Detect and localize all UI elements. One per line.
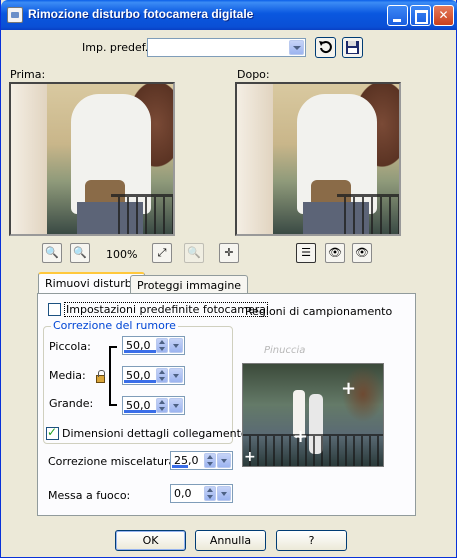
spinner-arrows-icon[interactable] xyxy=(204,486,216,501)
watermark-text: Pinuccia xyxy=(264,345,306,356)
spinner-arrows-icon[interactable] xyxy=(156,338,168,353)
spinner-arrows-icon[interactable] xyxy=(156,368,168,383)
zoom-in-icon: 🔍 xyxy=(73,246,87,259)
dialog-window: Rimozione disturbo fotocamera digitale ✕… xyxy=(0,0,457,558)
camera-defaults-label: Impostazioni predefinite fotocamera xyxy=(64,302,269,317)
zoom-out-button[interactable]: 🔍 xyxy=(42,243,62,263)
preset-dropdown[interactable] xyxy=(147,38,306,57)
chevron-down-icon[interactable] xyxy=(169,368,183,383)
zoom-fit-icon: ⤢ xyxy=(157,246,167,259)
lock-preview-button[interactable]: 👁 xyxy=(325,243,345,263)
sample-crosshair-icon[interactable]: + xyxy=(293,428,308,446)
small-label: Piccola: xyxy=(49,340,91,353)
before-preview[interactable] xyxy=(9,82,175,236)
zoom-out-icon: 🔍 xyxy=(45,246,59,259)
blend-slider-bar[interactable] xyxy=(172,465,188,468)
sample-crosshair-icon[interactable]: + xyxy=(341,380,356,398)
link-details-label: Dimensioni dettagli collegamento xyxy=(62,427,248,440)
preview-railing xyxy=(337,194,399,234)
chevron-down-icon[interactable] xyxy=(169,398,183,413)
list-icon: ☰ xyxy=(301,246,311,259)
eye-lock-icon: 👁 xyxy=(328,246,342,259)
after-preview[interactable] xyxy=(235,82,401,236)
link-details-checkbox[interactable] xyxy=(46,425,59,440)
sampling-regions-label: Regioni di campionamento xyxy=(245,305,393,318)
zoom-level: 100% xyxy=(106,248,138,261)
chevron-down-icon[interactable] xyxy=(169,338,183,353)
large-label: Grande: xyxy=(49,397,94,410)
sample-crosshair-icon[interactable]: + xyxy=(244,448,256,466)
ok-button[interactable]: OK xyxy=(115,530,186,551)
small-spinbox[interactable]: 50,0 xyxy=(122,336,185,355)
medium-label: Media: xyxy=(49,369,86,382)
minimize-button[interactable] xyxy=(387,5,408,26)
zoom-actual-button[interactable]: 🔍 xyxy=(184,243,204,263)
noise-group-title: Correzione del rumore xyxy=(51,319,178,332)
medium-spinbox[interactable]: 50,0 xyxy=(122,366,185,385)
large-slider-bar[interactable] xyxy=(124,410,156,413)
close-button[interactable]: ✕ xyxy=(433,5,454,26)
link-bracket xyxy=(109,346,117,406)
toggle-preview-button[interactable]: 👁 xyxy=(352,243,372,263)
save-preset-button[interactable] xyxy=(342,37,363,58)
reset-icon xyxy=(319,41,332,54)
window-title: Rimozione disturbo fotocamera digitale xyxy=(28,7,254,21)
chevron-down-icon[interactable] xyxy=(217,486,231,501)
medium-slider-bar[interactable] xyxy=(124,380,156,383)
cancel-button[interactable]: Annulla xyxy=(195,530,266,551)
preview-railing xyxy=(111,194,173,234)
preview-figure-dress xyxy=(11,84,47,234)
preset-label: Imp. predef.: xyxy=(82,41,152,54)
sampling-regions-image[interactable]: + + + xyxy=(242,363,384,467)
zoom-in-button[interactable]: 🔍 xyxy=(70,243,90,263)
before-label: Prima: xyxy=(10,68,46,81)
help-button[interactable]: ? xyxy=(276,530,347,551)
large-spinbox[interactable]: 50,0 xyxy=(122,396,185,415)
preview-figure-dress xyxy=(237,84,273,234)
chevron-down-icon xyxy=(289,40,304,55)
reset-preset-button[interactable] xyxy=(315,37,336,58)
chevron-down-icon[interactable] xyxy=(217,453,231,468)
lock-icon[interactable] xyxy=(96,370,105,383)
blend-correction-label: Correzione miscelatura: xyxy=(48,455,179,468)
pan-button[interactable]: ✛ xyxy=(219,243,239,263)
sharpen-label: Messa a fuoco: xyxy=(48,489,131,502)
show-properties-button[interactable]: ☰ xyxy=(296,243,316,263)
maximize-button[interactable] xyxy=(410,5,431,26)
move-icon: ✛ xyxy=(224,246,234,259)
camera-defaults-checkbox[interactable] xyxy=(48,303,61,316)
tab-protect-image[interactable]: Proteggi immagine xyxy=(130,275,249,295)
sample-railing xyxy=(243,434,383,466)
zoom-fit-button[interactable]: ⤢ xyxy=(152,243,172,263)
sharpen-spinbox[interactable]: 0,0 xyxy=(170,484,233,503)
after-label: Dopo: xyxy=(237,68,270,81)
zoom-actual-icon: 🔍 xyxy=(187,246,201,259)
sharpen-value: 0,0 xyxy=(174,487,192,500)
title-bar[interactable]: Rimozione disturbo fotocamera digitale ✕ xyxy=(1,0,457,30)
small-slider-bar[interactable] xyxy=(124,350,156,353)
floppy-disk-icon xyxy=(346,41,359,54)
eye-icon: 👁 xyxy=(355,246,369,259)
app-icon xyxy=(7,7,23,23)
spinner-arrows-icon[interactable] xyxy=(204,453,216,468)
blend-correction-spinbox[interactable]: 25,0 xyxy=(170,451,233,470)
spinner-arrows-icon[interactable] xyxy=(156,398,168,413)
